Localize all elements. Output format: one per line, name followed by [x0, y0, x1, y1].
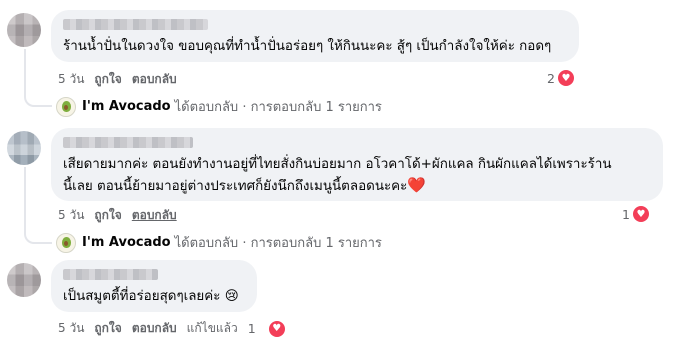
- comment-text: ร้านน้ำปั่นในดวงใจ ขอบคุณที่ทำน้ำปั่นอร่…: [63, 39, 552, 54]
- thread-curve: [24, 218, 52, 244]
- commenter-name-blurred[interactable]: [63, 137, 193, 148]
- comment-actions: 5 วัน ถูกใจ ตอบกลับ: [58, 206, 187, 225]
- commenter-name-blurred[interactable]: [63, 19, 208, 30]
- reply-button[interactable]: ตอบกลับ: [132, 70, 177, 89]
- reply-button[interactable]: ตอบกลับ: [132, 206, 177, 225]
- edited-label: แก้ไขแล้ว: [186, 321, 238, 335]
- avocado-logo-icon: [56, 232, 76, 253]
- comment-time[interactable]: 5 วัน: [58, 70, 84, 89]
- commenter-avatar[interactable]: [7, 263, 41, 297]
- comment-bubble: เป็นสมูตตี้ที่อร่อยสุดๆเลยค่ะ 😢: [51, 260, 257, 312]
- comment-text: เป็นสมูตตี้ที่อร่อยสุดๆเลยค่ะ: [63, 289, 221, 304]
- reply-summary-text: ได้ตอบกลับ · การตอบกลับ 1 รายการ: [174, 100, 382, 115]
- comment-time[interactable]: 5 วัน: [58, 319, 84, 338]
- crying-face-emoji: 😢: [224, 289, 239, 304]
- reaction-count[interactable]: 1 ♥: [622, 206, 649, 222]
- avocado-logo-icon: [56, 96, 76, 117]
- comment-actions: 5 วัน ถูกใจ ตอบกลับ แก้ไขแล้ว 1 ♥: [58, 319, 305, 338]
- heart-reaction-icon: ♥: [268, 320, 285, 337]
- comment-text-line-2: นี้เลย ตอนนี้ย้ายมาอยู่ต่างประเทศก็ยังนึ…: [63, 179, 408, 194]
- like-button[interactable]: ถูกใจ: [94, 319, 121, 338]
- comment-time[interactable]: 5 วัน: [58, 206, 84, 225]
- comment-bubble: เสียดายมากค่ะ ตอนยังทำงานอยู่ที่ไทยสั่งก…: [51, 128, 663, 201]
- reaction-count[interactable]: 1 ♥: [248, 320, 295, 337]
- reaction-count[interactable]: 2 ♥: [547, 70, 574, 86]
- comment-text-line-1: เสียดายมากค่ะ ตอนยังทำงานอยู่ที่ไทยสั่งก…: [63, 157, 612, 172]
- commenter-avatar[interactable]: [7, 13, 41, 47]
- comment-bubble: ร้านน้ำปั่นในดวงใจ ขอบคุณที่ทำน้ำปั่นอร่…: [51, 10, 579, 62]
- like-button[interactable]: ถูกใจ: [94, 70, 121, 89]
- comment-actions: 5 วัน ถูกใจ ตอบกลับ: [58, 70, 187, 89]
- thread-curve: [24, 85, 52, 107]
- commenter-avatar[interactable]: [7, 131, 41, 165]
- reply-button[interactable]: ตอบกลับ: [132, 319, 177, 338]
- heart-reaction-icon: ♥: [632, 206, 649, 222]
- red-heart-emoji: ❤️: [407, 176, 427, 194]
- heart-reaction-icon: ♥: [557, 70, 574, 86]
- commenter-name-blurred[interactable]: [63, 269, 158, 280]
- thread-line: [24, 167, 26, 223]
- page-name: I'm Avocado: [82, 235, 171, 250]
- view-replies-link[interactable]: I'm Avocado ได้ตอบกลับ · การตอบกลับ 1 รา…: [56, 232, 382, 253]
- reply-summary-text: ได้ตอบกลับ · การตอบกลับ 1 รายการ: [174, 236, 382, 251]
- thread-line: [24, 49, 26, 89]
- page-name: I'm Avocado: [82, 99, 171, 114]
- like-button[interactable]: ถูกใจ: [94, 206, 121, 225]
- view-replies-link[interactable]: I'm Avocado ได้ตอบกลับ · การตอบกลับ 1 รา…: [56, 96, 382, 117]
